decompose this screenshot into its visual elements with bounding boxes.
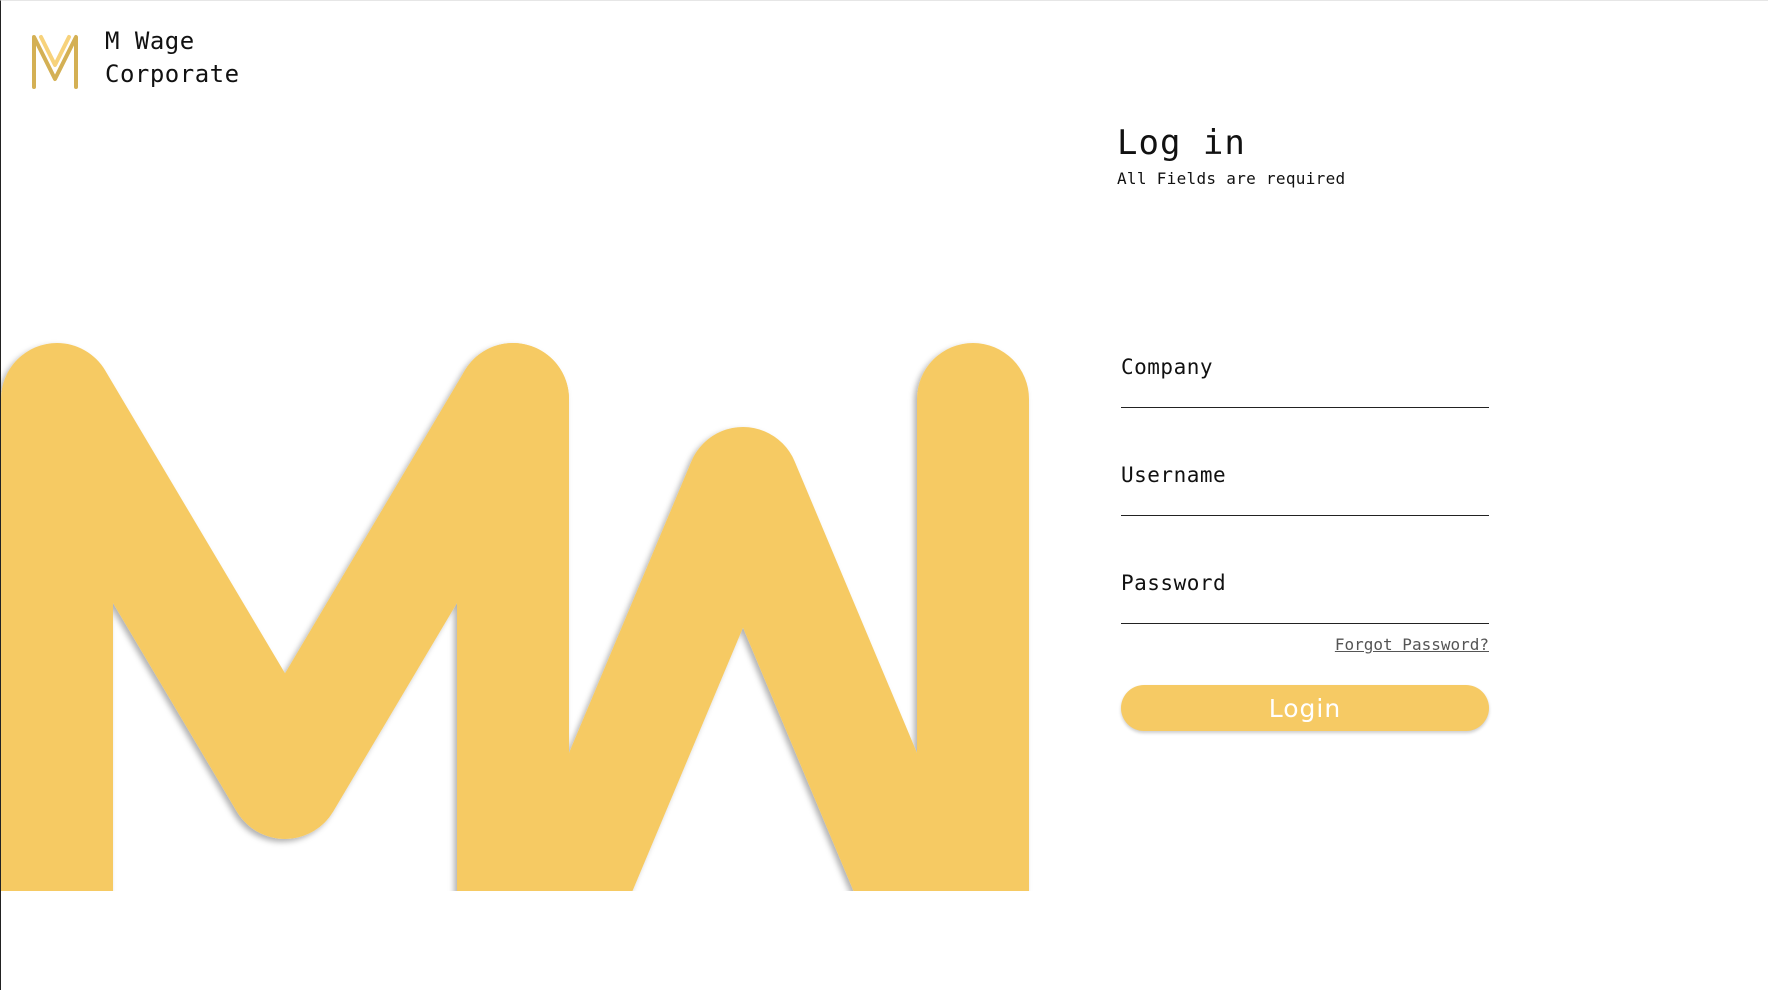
login-page: M Wage Corporate Log in All Fields are r…	[0, 0, 1768, 990]
password-input[interactable]	[1121, 601, 1489, 624]
username-input[interactable]	[1121, 493, 1489, 516]
brand-name-line1: M Wage	[105, 27, 195, 55]
login-title: Log in	[1117, 123, 1246, 163]
mw-monogram-icon	[32, 35, 78, 89]
password-field: Password	[1121, 569, 1489, 624]
username-field: Username	[1121, 461, 1489, 516]
forgot-password-link[interactable]: Forgot Password?	[1121, 635, 1489, 654]
hero-letter-m	[1, 343, 569, 891]
login-button[interactable]: Login	[1121, 685, 1489, 731]
hero-letter-w	[457, 343, 1029, 891]
username-label: Username	[1121, 463, 1227, 487]
login-subtitle: All Fields are required	[1117, 169, 1346, 188]
mw-hero-graphic	[1, 343, 1029, 891]
brand-header: M Wage Corporate	[31, 25, 240, 91]
login-panel: Log in All Fields are required	[1117, 121, 1497, 188]
company-label: Company	[1121, 355, 1214, 379]
company-field: Company	[1121, 353, 1489, 408]
password-label: Password	[1121, 571, 1227, 595]
brand-name: M Wage Corporate	[105, 25, 240, 91]
company-input[interactable]	[1121, 385, 1489, 408]
brand-name-line2: Corporate	[105, 60, 240, 88]
